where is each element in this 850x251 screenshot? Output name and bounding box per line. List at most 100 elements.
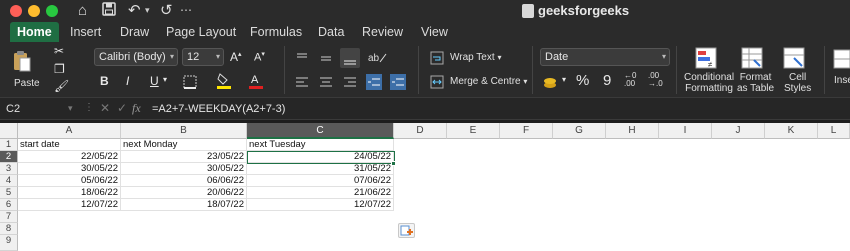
- column-header-j[interactable]: J: [712, 123, 765, 139]
- cell-styles-button[interactable]: Cell Styles: [784, 72, 811, 94]
- tab-data[interactable]: Data: [318, 22, 344, 42]
- increase-indent-icon[interactable]: [390, 74, 406, 90]
- column-header-k[interactable]: K: [765, 123, 818, 139]
- undo-dropdown-icon[interactable]: ▾: [145, 5, 150, 16]
- cell-c1[interactable]: next Tuesday: [247, 139, 394, 151]
- cell-a3[interactable]: 30/05/22: [18, 163, 121, 175]
- column-header-e[interactable]: E: [447, 123, 500, 139]
- column-header-c[interactable]: C: [247, 123, 394, 139]
- column-header-b[interactable]: B: [121, 123, 247, 139]
- percent-button[interactable]: %: [576, 72, 589, 89]
- cell-b6[interactable]: 18/07/22: [121, 199, 247, 211]
- merge-centre-button[interactable]: Merge & Centre ▾: [450, 76, 527, 87]
- row-header-4[interactable]: 4: [0, 175, 18, 187]
- paste-icon[interactable]: [12, 50, 32, 72]
- cell-c2[interactable]: 24/05/22: [247, 151, 394, 163]
- borders-icon[interactable]: [182, 74, 198, 90]
- insert-cells-icon[interactable]: [832, 48, 850, 70]
- tab-page-layout[interactable]: Page Layout: [166, 22, 236, 42]
- redo-icon[interactable]: ↺: [160, 2, 173, 20]
- cell-b5[interactable]: 20/06/22: [121, 187, 247, 199]
- column-header-i[interactable]: I: [659, 123, 712, 139]
- decrease-indent-icon[interactable]: [366, 74, 382, 90]
- font-color-icon[interactable]: A: [248, 72, 264, 89]
- wrap-text-button[interactable]: Wrap Text ▾: [450, 52, 501, 63]
- cell-c4[interactable]: 07/06/22: [247, 175, 394, 187]
- cell-c3[interactable]: 31/05/22: [247, 163, 394, 175]
- font-size-select[interactable]: 12 ▾: [182, 48, 224, 66]
- row-header-8[interactable]: 8: [0, 223, 18, 235]
- tab-formulas[interactable]: Formulas: [250, 22, 302, 42]
- format-as-table-icon[interactable]: [740, 46, 764, 70]
- minimize-window-button[interactable]: [28, 5, 40, 17]
- cell-b2[interactable]: 23/05/22: [121, 151, 247, 163]
- name-box-dropdown-icon[interactable]: ▾: [68, 103, 73, 114]
- cut-icon[interactable]: ✂: [54, 44, 64, 58]
- column-header-h[interactable]: H: [606, 123, 659, 139]
- column-header-d[interactable]: D: [394, 123, 447, 139]
- cell-c5[interactable]: 21/06/22: [247, 187, 394, 199]
- wrap-text-icon[interactable]: [430, 51, 444, 65]
- tab-review[interactable]: Review: [362, 22, 403, 42]
- conditional-formatting-icon[interactable]: ≠: [694, 46, 718, 70]
- column-header-f[interactable]: F: [500, 123, 553, 139]
- row-header-3[interactable]: 3: [0, 163, 18, 175]
- comma-style-button[interactable]: 9: [603, 72, 611, 89]
- number-format-select[interactable]: Date ▾: [540, 48, 670, 66]
- cell-c6[interactable]: 12/07/22: [247, 199, 394, 211]
- cell-b4[interactable]: 06/06/22: [121, 175, 247, 187]
- undo-icon[interactable]: ↶: [128, 2, 141, 20]
- align-right-icon[interactable]: [342, 74, 358, 90]
- cell-b1[interactable]: next Monday: [121, 139, 247, 151]
- merge-centre-icon[interactable]: [430, 75, 444, 89]
- currency-format-icon[interactable]: [542, 74, 562, 90]
- tab-draw[interactable]: Draw: [120, 22, 149, 42]
- spreadsheet-grid[interactable]: A B C D E F G H I J K L 1 2 3 4 5 6 7 8 …: [0, 123, 850, 251]
- font-name-select[interactable]: Calibri (Body) ▾: [94, 48, 178, 66]
- row-header-6[interactable]: 6: [0, 199, 18, 211]
- column-header-l[interactable]: L: [818, 123, 850, 139]
- paste-label[interactable]: Paste: [14, 78, 40, 89]
- cancel-icon[interactable]: ✕: [100, 101, 110, 115]
- fill-color-icon[interactable]: [216, 72, 232, 89]
- currency-dropdown-icon[interactable]: ▾: [562, 75, 566, 84]
- row-header-2[interactable]: 2: [0, 151, 18, 163]
- cell-styles-icon[interactable]: [782, 46, 806, 70]
- cell-b3[interactable]: 30/05/22: [121, 163, 247, 175]
- insert-function-icon[interactable]: fx: [132, 101, 141, 116]
- row-header-5[interactable]: 5: [0, 187, 18, 199]
- zoom-window-button[interactable]: [46, 5, 58, 17]
- cell-a1[interactable]: start date: [18, 139, 121, 151]
- cell-a5[interactable]: 18/06/22: [18, 187, 121, 199]
- tab-insert[interactable]: Insert: [70, 22, 101, 42]
- row-header-7[interactable]: 7: [0, 211, 18, 223]
- copy-icon[interactable]: ❐: [54, 62, 65, 76]
- cell-a4[interactable]: 05/06/22: [18, 175, 121, 187]
- paste-options-icon[interactable]: [398, 223, 415, 238]
- align-middle-icon[interactable]: [318, 50, 334, 66]
- more-options-icon[interactable]: ⋯: [180, 3, 192, 17]
- format-as-table-button[interactable]: Format as Table: [737, 72, 774, 94]
- decrease-decimal-button[interactable]: .00 →.0: [648, 72, 663, 88]
- column-header-g[interactable]: G: [553, 123, 606, 139]
- save-icon[interactable]: [102, 2, 116, 21]
- align-top-icon[interactable]: [294, 50, 310, 66]
- insert-button[interactable]: Inse: [834, 75, 850, 86]
- decrease-font-icon[interactable]: A▾: [254, 50, 265, 64]
- italic-button[interactable]: I: [126, 74, 129, 88]
- cell-a6[interactable]: 12/07/22: [18, 199, 121, 211]
- tab-view[interactable]: View: [421, 22, 448, 42]
- conditional-formatting-button[interactable]: Conditional Formatting: [684, 72, 734, 94]
- increase-font-icon[interactable]: A▴: [230, 50, 242, 64]
- row-header-1[interactable]: 1: [0, 139, 18, 151]
- align-left-icon[interactable]: [294, 74, 310, 90]
- orientation-icon[interactable]: ab: [366, 49, 392, 65]
- home-icon[interactable]: ⌂: [78, 2, 87, 20]
- select-all-button[interactable]: [0, 123, 18, 139]
- row-header-9[interactable]: 9: [0, 235, 18, 251]
- enter-icon[interactable]: ✓: [117, 101, 127, 115]
- align-bottom-icon[interactable]: [340, 48, 360, 68]
- formula-input[interactable]: =A2+7-WEEKDAY(A2+7-3): [152, 101, 285, 117]
- bold-button[interactable]: B: [100, 74, 109, 88]
- cell-a2[interactable]: 22/05/22: [18, 151, 121, 163]
